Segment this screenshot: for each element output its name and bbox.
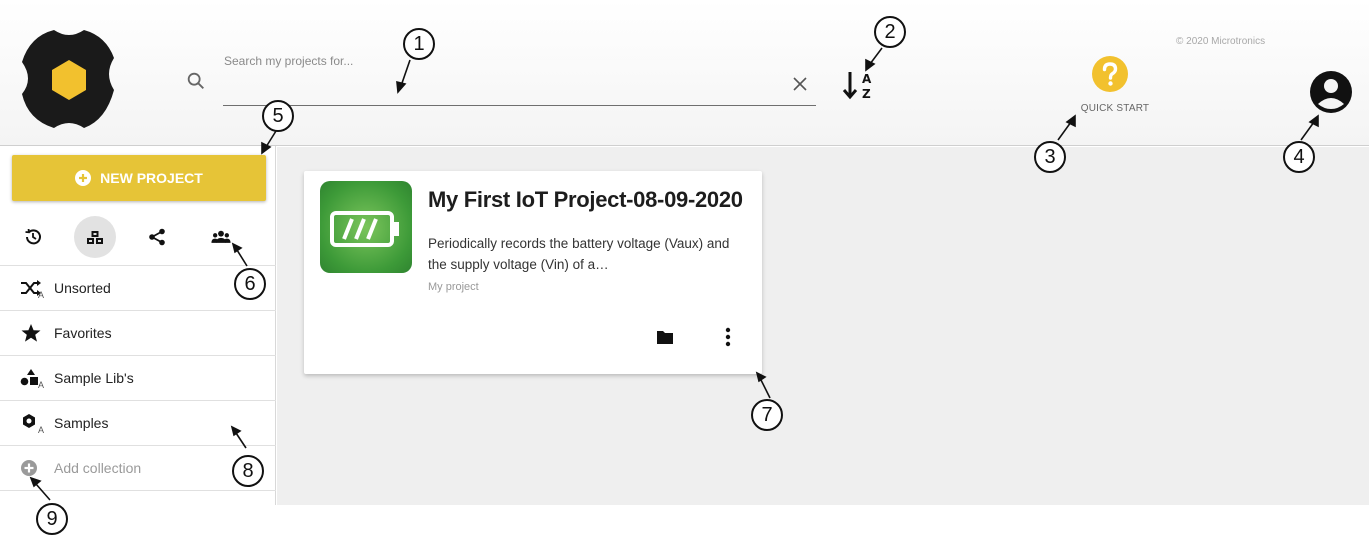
copyright-text: © 2020 Microtronics: [1176, 36, 1266, 47]
callout-9: 9: [36, 503, 68, 535]
app-header: Search my projects for... A Z © 2020 Mic…: [0, 0, 1369, 146]
sidebar: NEW PROJECT A Unsorted Favorites A Sampl…: [0, 146, 276, 505]
star-icon: [21, 324, 41, 342]
add-collection-label: Add collection: [54, 460, 142, 476]
svg-text:A: A: [862, 72, 872, 86]
tab-history[interactable]: [12, 216, 54, 258]
project-thumbnail: [320, 181, 412, 273]
clear-icon[interactable]: [788, 72, 812, 96]
add-circle-icon: [21, 460, 37, 476]
collection-sample-libs[interactable]: A Sample Lib's: [0, 356, 276, 401]
new-project-button[interactable]: NEW PROJECT: [12, 155, 266, 201]
tab-projects[interactable]: [74, 216, 116, 258]
callout-5: 5: [262, 100, 294, 132]
svg-text:Z: Z: [862, 87, 871, 101]
quick-start-label: QUICK START: [1080, 103, 1150, 114]
callout-3: 3: [1034, 141, 1066, 173]
more-vert-icon[interactable]: [724, 326, 732, 348]
collection-samples[interactable]: A Samples: [0, 401, 276, 446]
tab-shared[interactable]: [136, 216, 178, 258]
collection-label: Sample Lib's: [54, 370, 134, 386]
battery-icon: [330, 211, 399, 247]
tab-groups[interactable]: [200, 216, 242, 258]
add-circle-icon: [75, 170, 92, 186]
new-project-label: NEW PROJECT: [100, 170, 203, 186]
collection-favorites[interactable]: Favorites: [0, 311, 276, 356]
callout-1: 1: [403, 28, 435, 60]
search-input[interactable]: [224, 72, 784, 100]
search-underline: [223, 105, 816, 106]
collection-subscript: A: [38, 380, 45, 390]
collection-label: Unsorted: [54, 280, 111, 296]
account-icon[interactable]: [1309, 70, 1353, 114]
group-icon: [211, 230, 231, 243]
collection-label: Samples: [54, 415, 109, 431]
callout-2: 2: [874, 16, 906, 48]
project-card[interactable]: My First IoT Project-08-09-2020 Periodic…: [304, 171, 762, 374]
callout-7: 7: [751, 399, 783, 431]
help-icon: [1092, 56, 1128, 92]
project-title[interactable]: My First IoT Project-08-09-2020: [428, 187, 743, 213]
share-icon: [149, 228, 165, 246]
search-label: Search my projects for...: [224, 54, 354, 68]
callout-8: 8: [232, 455, 264, 487]
search-icon: [187, 72, 204, 89]
quick-start-button[interactable]: QUICK START: [1070, 56, 1160, 118]
collection-subscript: A: [38, 425, 45, 435]
folder-icon[interactable]: [656, 329, 674, 345]
callout-4: 4: [1283, 141, 1315, 173]
collection-label: Favorites: [54, 325, 112, 341]
callout-6: 6: [234, 268, 266, 300]
collection-list: A Unsorted Favorites A Sample Lib's A Sa…: [0, 266, 276, 491]
project-description: Periodically records the battery voltage…: [428, 236, 730, 272]
logo-icon[interactable]: [14, 24, 124, 134]
history-icon: [25, 228, 41, 245]
projects-icon: [87, 231, 103, 244]
sort-az-icon[interactable]: A Z: [842, 66, 878, 104]
project-owner: My project: [428, 281, 479, 293]
collection-subscript: A: [38, 290, 45, 300]
sidebar-tabs: [0, 206, 276, 266]
project-area: My First IoT Project-08-09-2020 Periodic…: [277, 147, 1369, 505]
